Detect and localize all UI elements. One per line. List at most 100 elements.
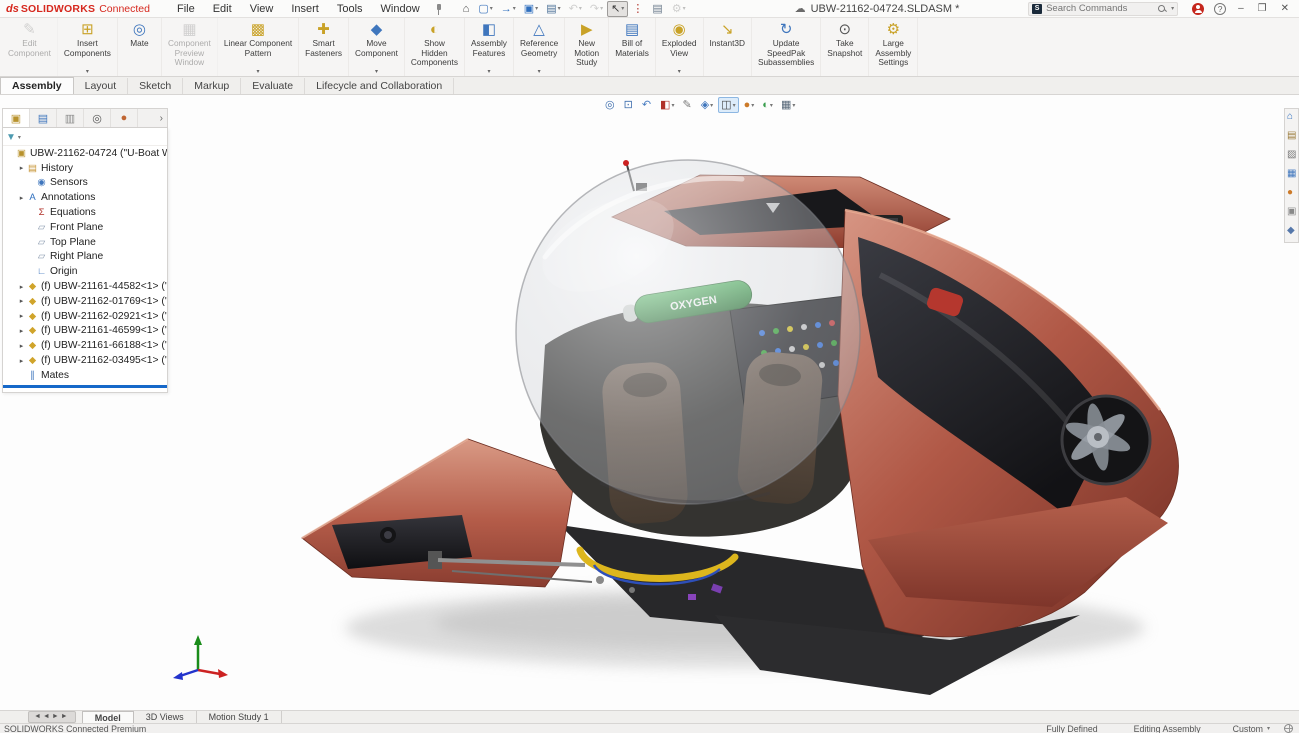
minimize-button[interactable]: – [1236, 3, 1246, 14]
new-motion-study-button[interactable]: ▶ New Motion Study [565, 18, 609, 76]
3d-views-tab[interactable]: 3D Views [134, 711, 197, 723]
zoom-to-area-button[interactable]: ⊡ [621, 97, 637, 113]
tree-item-origin[interactable]: ∟ Origin [3, 264, 167, 279]
taskpane-icon-7[interactable]: ◆ [1285, 225, 1299, 240]
print-button[interactable]: ▤▾ [542, 1, 564, 17]
component-preview-window-button[interactable]: ▦ Component Preview Window [162, 18, 218, 76]
tab-markup[interactable]: Markup [183, 78, 241, 94]
new-document-button[interactable]: ▢▾ [474, 1, 496, 17]
feature-manager-tab[interactable]: ▣ [3, 109, 30, 127]
bill-of-materials-button[interactable]: ▤ Bill of Materials [609, 18, 656, 76]
tree-item-top-plane[interactable]: ▱ Top Plane [3, 235, 167, 250]
view-settings-button[interactable]: ▦▾ [778, 97, 798, 113]
filter-funnel-icon[interactable]: ▼ [6, 132, 16, 143]
edit-appearance-button[interactable]: ●▾ [741, 97, 758, 113]
filter-dropdown-icon[interactable]: ▾ [18, 134, 21, 141]
tree-filter[interactable]: ▼ ▾ [3, 130, 167, 146]
tree-item-equations[interactable]: Σ Equations [3, 205, 167, 220]
tree-item-component-battery[interactable]: ▸ ◆ (f) UBW-21162-02921<1> ("Battery S [3, 309, 167, 324]
pin-menu-icon[interactable] [431, 2, 445, 16]
tab-lifecycle-and-collaboration[interactable]: Lifecycle and Collaboration [305, 78, 454, 94]
instant3d-button[interactable]: ↘ Instant3D [704, 18, 753, 76]
tree-item-component-auto[interactable]: ▸ ◆ (f) UBW-21162-03495<1> ("Auto Co [3, 353, 167, 368]
tree-item-history[interactable]: ▸ ▤ History [3, 161, 167, 176]
tree-item-component-exostructure[interactable]: ▸ ◆ (f) UBW-21161-44582<1> ("Exostruc [3, 279, 167, 294]
tree-item-component-human[interactable]: ▸ ◆ (f) UBW-21162-01769<1> ("Human I [3, 294, 167, 309]
mate-button[interactable]: ◎ Mate [118, 18, 162, 76]
edit-component-button[interactable]: ✎ Edit Component [2, 18, 58, 76]
search-commands-box[interactable]: S ▾ [1028, 2, 1178, 16]
tab-evaluate[interactable]: Evaluate [241, 78, 305, 94]
graphics-area[interactable]: OXYGEN [0, 95, 1299, 710]
panel-tabs-overflow-arrow[interactable]: › [156, 113, 167, 124]
options-button[interactable]: ⚙▾ [668, 1, 690, 17]
assembly-features-button[interactable]: ◧ Assembly Features ▾ [465, 18, 514, 76]
user-avatar[interactable] [1192, 3, 1204, 15]
property-manager-tab[interactable]: ▤ [30, 109, 57, 127]
update-speedpak-subassemblies-button[interactable]: ↻ Update SpeedPak Subassemblies [752, 18, 821, 76]
rollback-bar[interactable] [3, 385, 167, 388]
home-button[interactable]: ⌂ [459, 1, 475, 17]
exploded-view-button[interactable]: ◉ Exploded View ▾ [656, 18, 704, 76]
section-view-button[interactable]: ◧▾ [657, 97, 677, 113]
view-palette-tab[interactable]: ▦ [1285, 168, 1299, 183]
display-manager-tab[interactable]: ● [111, 109, 138, 127]
tab-sketch[interactable]: Sketch [128, 78, 183, 94]
menu-edit[interactable]: Edit [204, 2, 241, 16]
move-component-button[interactable]: ◆ Move Component ▾ [349, 18, 405, 76]
save-button[interactable]: ▣▾ [520, 1, 542, 17]
motion-study-tab[interactable]: Motion Study 1 [197, 711, 282, 723]
dimxpert-manager-tab[interactable]: ◎ [84, 109, 111, 127]
smart-fasteners-button[interactable]: ✚ Smart Fasteners [299, 18, 349, 76]
tree-item-sensors[interactable]: ◉ Sensors [3, 176, 167, 191]
design-library-tab[interactable]: ▤ [1285, 130, 1299, 145]
tree-root-assembly[interactable]: ▣ UBW-21162-04724 ("U-Boat Worx NEMO [3, 146, 167, 161]
menu-file[interactable]: File [168, 2, 204, 16]
sheet-scroll-arrows[interactable]: ◄◄►► [28, 711, 76, 723]
dynamic-annotation-views-button[interactable]: ✎ [679, 97, 695, 113]
tree-item-component-interior[interactable]: ▸ ◆ (f) UBW-21161-46599<1> ("Interior" [3, 324, 167, 339]
hide-show-items-button[interactable]: ◈▾ [698, 97, 716, 113]
unit-system-selector[interactable]: Custom ▾ [1219, 724, 1284, 733]
linear-component-pattern-button[interactable]: ▩ Linear Component Pattern ▾ [218, 18, 299, 76]
menu-window[interactable]: Window [372, 2, 429, 16]
tree-item-annotations[interactable]: ▸ A Annotations [3, 190, 167, 205]
file-properties-button[interactable]: ▤ [648, 1, 667, 17]
tab-layout[interactable]: Layout [74, 78, 129, 94]
reference-geometry-button[interactable]: △ Reference Geometry ▾ [514, 18, 565, 76]
tree-item-front-plane[interactable]: ▱ Front Plane [3, 220, 167, 235]
search-input[interactable] [1046, 3, 1157, 14]
menu-view[interactable]: View [241, 2, 283, 16]
file-explorer-tab[interactable]: ▨ [1285, 149, 1299, 164]
tree-item-right-plane[interactable]: ▱ Right Plane [3, 250, 167, 265]
take-snapshot-button[interactable]: ⊙ Take Snapshot [821, 18, 869, 76]
appearances-scenes-tab[interactable]: ● [1285, 187, 1299, 202]
help-icon[interactable]: ? [1214, 3, 1226, 15]
search-icon[interactable] [1157, 4, 1167, 14]
rebuild-button[interactable]: ⋮ [628, 1, 648, 17]
open-button[interactable]: →▾ [497, 1, 520, 17]
search-dropdown-icon[interactable]: ▾ [1171, 5, 1174, 12]
insert-components-button[interactable]: ⊞ Insert Components ▾ [58, 18, 118, 76]
solidworks-resources-tab[interactable]: ⌂ [1285, 111, 1299, 126]
model-tab[interactable]: Model [82, 711, 134, 723]
display-style-button[interactable]: ◫▾ [718, 97, 738, 113]
redo-button[interactable]: ↷▾ [586, 1, 607, 17]
restore-button[interactable]: ❐ [1256, 3, 1269, 14]
close-button[interactable]: ✕ [1279, 3, 1291, 14]
select-button[interactable]: ↖▾ [607, 1, 628, 17]
show-hidden-components-button[interactable]: ◐ Show Hidden Components [405, 18, 465, 76]
tree-item-component-shape[interactable]: ▸ ◆ (f) UBW-21161-66188<1> ("Shape El [3, 338, 167, 353]
apply-scene-button[interactable]: ◐▾ [759, 97, 776, 113]
globe-icon[interactable] [1284, 724, 1293, 733]
configuration-manager-tab[interactable]: ▥ [57, 109, 84, 127]
menu-tools[interactable]: Tools [328, 2, 372, 16]
menu-insert[interactable]: Insert [282, 2, 328, 16]
tree-item-mates[interactable]: ∥ Mates [3, 368, 167, 383]
custom-properties-tab[interactable]: ▣ [1285, 206, 1299, 221]
tab-assembly[interactable]: Assembly [0, 77, 74, 94]
zoom-to-fit-button[interactable]: ◎ [602, 97, 619, 113]
previous-view-button[interactable]: ↶ [639, 97, 655, 113]
submarine-model[interactable]: OXYGEN [0, 95, 1299, 710]
large-assembly-settings-button[interactable]: ⚙ Large Assembly Settings [869, 18, 918, 76]
